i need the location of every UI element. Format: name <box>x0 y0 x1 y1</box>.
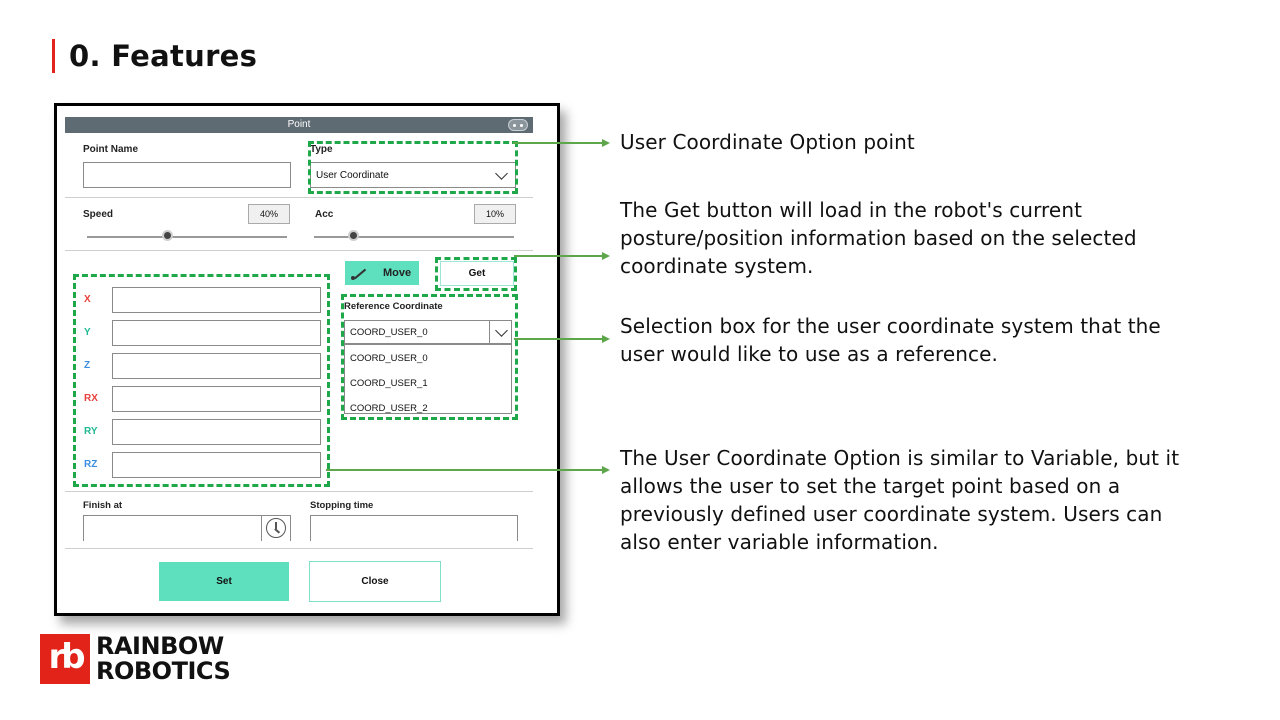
speed-value: 40% <box>248 204 290 224</box>
logo-mark: rb <box>40 634 90 684</box>
annotation-user-coordinate: User Coordinate Option point <box>620 128 915 156</box>
callout-line <box>514 338 604 340</box>
slide-title-text: 0. Features <box>69 39 258 73</box>
title-accent-bar <box>52 39 55 73</box>
point-dialog: Point Point Name Type User Coordinate Sp… <box>65 117 533 605</box>
annotation-line: coordinate system. <box>620 254 814 278</box>
reference-highlight-box <box>341 294 518 420</box>
logo-line: RAINBOW <box>96 632 224 660</box>
annotation-line: The Get button will load in the robot's … <box>620 198 1083 222</box>
set-button[interactable]: Set <box>159 562 289 601</box>
stopping-time-input[interactable] <box>310 515 518 541</box>
annotation-line: posture/position information based on th… <box>620 226 1137 250</box>
rainbow-robotics-logo: rb RAINBOW ROBOTICS <box>40 632 231 685</box>
move-button[interactable]: Move <box>345 261 419 285</box>
annotation-line: allows the user to set the target point … <box>620 474 1121 498</box>
annotation-get-button: The Get button will load in the robot's … <box>620 196 1137 280</box>
acc-value: 10% <box>474 204 516 224</box>
annotation-selection-box: Selection box for the user coordinate sy… <box>620 312 1161 368</box>
speed-slider-track[interactable] <box>87 236 287 238</box>
move-path-icon <box>351 265 373 281</box>
speed-slider-handle[interactable] <box>161 230 173 241</box>
point-name-input[interactable] <box>83 162 291 188</box>
annotation-line: user would like to use as a reference. <box>620 342 998 366</box>
arrow-head <box>602 252 610 260</box>
gamepad-icon[interactable] <box>508 119 528 131</box>
point-name-label: Point Name <box>83 144 139 155</box>
arrow-head <box>602 139 610 147</box>
field-divider <box>261 515 262 541</box>
dialog-header: Point <box>65 117 533 133</box>
dialog-screenshot-frame: Point Point Name Type User Coordinate Sp… <box>54 103 560 616</box>
annotation-line: The User Coordinate Option is similar to… <box>620 446 1180 470</box>
stopping-time-label: Stopping time <box>310 500 374 511</box>
logo-wordmark: RAINBOW ROBOTICS <box>96 632 231 685</box>
divider <box>65 197 533 198</box>
close-button[interactable]: Close <box>309 561 441 602</box>
acc-slider-handle[interactable] <box>348 230 359 241</box>
logo-line: ROBOTICS <box>96 657 231 685</box>
callout-line <box>514 255 604 257</box>
finish-at-label: Finish at <box>83 500 123 511</box>
finish-at-input[interactable] <box>83 515 291 541</box>
coordinates-highlight-box <box>73 274 330 487</box>
annotation-line: Selection box for the user coordinate sy… <box>620 314 1161 338</box>
callout-line <box>513 142 604 144</box>
annotation-line: also enter variable information. <box>620 530 939 554</box>
clock-icon[interactable] <box>266 518 286 538</box>
annotation-line: User Coordinate Option point <box>620 130 915 154</box>
divider <box>65 548 533 549</box>
annotation-line: previously defined user coordinate syste… <box>620 502 1163 526</box>
divider <box>65 250 533 251</box>
speed-label: Speed <box>83 209 114 220</box>
annotation-user-coordinate-option: The User Coordinate Option is similar to… <box>620 444 1179 556</box>
move-button-label: Move <box>383 267 412 279</box>
dialog-title: Point <box>287 119 311 130</box>
get-highlight-box <box>435 257 517 291</box>
logo-mark-text: rb <box>48 637 85 677</box>
divider <box>65 491 533 492</box>
acc-slider-track[interactable] <box>314 236 514 238</box>
arrow-head <box>602 466 610 474</box>
arrow-head <box>602 335 610 343</box>
type-highlight-box <box>308 141 518 194</box>
acc-label: Acc <box>315 209 334 220</box>
slide-title: 0. Features <box>52 38 257 74</box>
callout-line <box>326 469 604 471</box>
